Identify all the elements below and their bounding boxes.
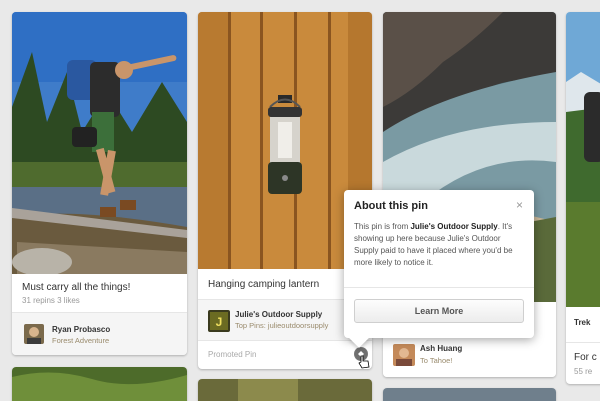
popup-brand-name: Julie's Outdoor Supply <box>410 222 498 231</box>
pin-card-bottom-1[interactable] <box>12 367 187 401</box>
divider <box>566 342 600 343</box>
pin-card-bottom-3[interactable] <box>383 388 556 401</box>
pin-description: Must carry all the things! <box>22 282 131 293</box>
popup-title: About this pin <box>354 200 428 212</box>
pin-stats: 55 re <box>574 367 593 376</box>
popup-body-prefix: This pin is from <box>354 222 411 231</box>
pin-description: For c <box>574 352 597 363</box>
pin-card-bottom-2[interactable] <box>198 379 372 401</box>
board-link[interactable]: To Tahoe! <box>420 356 452 365</box>
pin-card-partial[interactable]: Trek For c 55 re <box>566 12 600 384</box>
pinner-name[interactable]: Ryan Probasco <box>52 325 110 334</box>
divider <box>198 340 372 341</box>
pin-image[interactable] <box>12 367 187 401</box>
pin-attribution[interactable]: Ash Huang To Tahoe! <box>383 334 556 377</box>
promoted-label: Promoted Pin <box>208 350 257 359</box>
about-pin-popup: About this pin × This pin is from Julie'… <box>344 190 534 348</box>
pin-description: Hanging camping lantern <box>208 279 320 290</box>
avatar[interactable] <box>393 344 415 366</box>
pin-card-hiker[interactable]: Must carry all the things! 31 repins 3 l… <box>12 12 187 355</box>
popup-body: This pin is from Julie's Outdoor Supply.… <box>354 221 526 269</box>
divider <box>344 287 534 288</box>
pinner-name[interactable]: Ash Huang <box>420 344 462 353</box>
board-link[interactable]: Forest Adventure <box>52 336 109 345</box>
pin-image-hiker[interactable] <box>12 12 187 274</box>
pin-image[interactable] <box>383 388 556 401</box>
svg-text:J: J <box>216 315 223 329</box>
learn-more-button[interactable]: Learn More <box>354 299 524 323</box>
close-icon[interactable]: × <box>516 198 523 212</box>
avatar[interactable] <box>24 324 44 344</box>
pin-image[interactable] <box>198 379 372 401</box>
pin-image-partial[interactable] <box>566 12 600 307</box>
pin-stats: 31 repins 3 likes <box>22 296 80 305</box>
pinner-name[interactable]: Julie's Outdoor Supply <box>235 310 322 319</box>
popup-arrow-cover <box>348 328 372 338</box>
pin-attribution[interactable]: Ryan Probasco Forest Adventure <box>12 313 187 355</box>
hand-cursor-icon <box>358 355 370 369</box>
partial-header: Trek <box>574 318 591 327</box>
brand-logo[interactable]: J <box>208 310 230 332</box>
board-link[interactable]: Top Pins: julieoutdoorsupply <box>235 321 328 330</box>
